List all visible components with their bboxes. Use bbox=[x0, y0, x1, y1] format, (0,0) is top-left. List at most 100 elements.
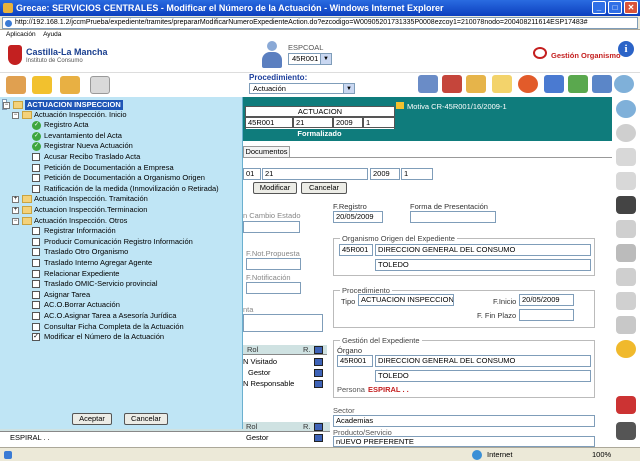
tool-tree-icon[interactable] bbox=[568, 75, 588, 93]
gestion-organismo-link[interactable]: Gestión Organismo bbox=[551, 51, 621, 60]
zoom-level[interactable]: 100% bbox=[592, 448, 611, 461]
tool-books-icon[interactable] bbox=[442, 75, 462, 93]
exit-icon[interactable] bbox=[616, 422, 636, 440]
minimize-button[interactable]: _ bbox=[592, 1, 606, 14]
search-icon[interactable] bbox=[616, 100, 636, 118]
row-edit-icon[interactable] bbox=[314, 358, 323, 366]
tool-people-icon[interactable] bbox=[592, 75, 612, 93]
sector-label: Sector bbox=[333, 406, 355, 415]
tab-divider bbox=[241, 157, 612, 158]
checkbox-icon[interactable] bbox=[32, 227, 40, 236]
collapse-icon[interactable]: − bbox=[3, 102, 10, 109]
numero-year-field[interactable]: 2009 bbox=[370, 168, 400, 180]
done-icon: ✓ bbox=[32, 121, 41, 131]
f-fin-plazo-field[interactable] bbox=[519, 309, 574, 321]
checkbox-icon[interactable] bbox=[32, 301, 40, 310]
modificar-button[interactable]: Modificar bbox=[253, 182, 297, 194]
tool-diamond-icon[interactable] bbox=[6, 76, 26, 94]
tool-globe-icon[interactable] bbox=[518, 75, 538, 93]
persona-row-name: ESPIRAL . . bbox=[10, 433, 50, 442]
forma-presentacion-field[interactable] bbox=[410, 211, 496, 223]
organo-code-field: 45R001 bbox=[337, 355, 373, 367]
checkbox-icon[interactable] bbox=[32, 290, 40, 299]
menu-bar: Aplicación Ayuda bbox=[0, 30, 640, 39]
checkbox-icon[interactable] bbox=[32, 259, 40, 267]
tool-folder-icon[interactable] bbox=[60, 76, 80, 94]
numero-seq-field[interactable]: 1 bbox=[401, 168, 433, 180]
f-notificacion-field[interactable] bbox=[246, 282, 301, 294]
list-icon[interactable] bbox=[616, 316, 636, 334]
organo-city-field: TOLEDO bbox=[375, 370, 591, 382]
copy-icon[interactable] bbox=[616, 268, 636, 286]
menu-aplicacion[interactable]: Aplicación bbox=[6, 31, 36, 38]
tool-envelope-icon[interactable] bbox=[492, 75, 512, 93]
f-registro-field[interactable]: 20/05/2009 bbox=[333, 211, 383, 223]
bottle-icon[interactable] bbox=[616, 292, 636, 310]
checkbox-icon[interactable] bbox=[32, 269, 40, 278]
checkbox-icon[interactable] bbox=[32, 163, 40, 172]
tools-icon[interactable] bbox=[616, 396, 636, 414]
checkbox-icon[interactable] bbox=[32, 174, 40, 183]
collapse-icon[interactable]: − bbox=[12, 111, 19, 119]
row-edit-icon[interactable] bbox=[314, 380, 323, 388]
nta-field[interactable] bbox=[243, 314, 323, 332]
print-icon[interactable] bbox=[616, 220, 636, 238]
globe-icon bbox=[472, 450, 482, 460]
numero-code-field[interactable]: 01 bbox=[243, 168, 261, 180]
doc-icon[interactable] bbox=[616, 148, 636, 166]
checkbox-icon[interactable] bbox=[32, 322, 40, 331]
address-bar: http://192.168.1.2/jccmPrueba/expediente… bbox=[0, 16, 640, 30]
cancelar-button[interactable]: Cancelar bbox=[124, 413, 168, 425]
checkbox-icon[interactable]: ✓ bbox=[32, 333, 40, 342]
tree-root[interactable]: − ACTUACION INSPECCION bbox=[2, 99, 123, 110]
doc2-icon[interactable] bbox=[616, 172, 636, 190]
checkbox-icon[interactable] bbox=[32, 153, 40, 161]
expand-icon[interactable]: + bbox=[12, 196, 19, 204]
persona-label: Persona bbox=[337, 385, 365, 394]
tool-chart-icon[interactable] bbox=[544, 75, 564, 93]
tree-label: AC.O.Borrar Actuación bbox=[44, 300, 120, 310]
collapse-icon[interactable]: − bbox=[12, 217, 19, 225]
checkbox-icon[interactable] bbox=[32, 237, 40, 246]
f-not-propuesta-field[interactable] bbox=[246, 258, 301, 270]
tab-documentos[interactable]: Documentos bbox=[243, 146, 290, 157]
sun-icon[interactable] bbox=[616, 340, 636, 358]
tool-note-icon[interactable] bbox=[32, 76, 52, 94]
procedimiento-label: Procedimiento: bbox=[249, 73, 308, 82]
tool-docs-icon[interactable] bbox=[466, 75, 486, 93]
window-title-bar: Grecae: SERVICIOS CENTRALES - Modificar … bbox=[0, 0, 640, 16]
app-header: Castilla-La Mancha Instituto de Consumo … bbox=[0, 39, 640, 73]
tree-label: Levantamiento del Acta bbox=[44, 130, 122, 140]
url-field[interactable]: http://192.168.1.2/jccmPrueba/expediente… bbox=[2, 17, 638, 29]
tool-cabinet-icon[interactable] bbox=[90, 76, 110, 94]
menu-ayuda[interactable]: Ayuda bbox=[43, 31, 61, 38]
save-icon[interactable] bbox=[616, 196, 636, 214]
zoom-icon[interactable] bbox=[614, 75, 634, 93]
checkbox-icon[interactable] bbox=[32, 280, 40, 289]
cancelar-numero-button[interactable]: Cancelar bbox=[301, 182, 347, 194]
row-edit-icon[interactable] bbox=[314, 369, 323, 377]
folder-icon bbox=[22, 206, 32, 214]
table-row: N Visitado bbox=[243, 357, 278, 366]
aceptar-button[interactable]: Aceptar bbox=[72, 413, 112, 425]
cambio-estado-field[interactable] bbox=[243, 221, 300, 233]
info-icon[interactable]: i bbox=[618, 41, 634, 57]
close-button[interactable]: ✕ bbox=[624, 1, 638, 14]
tree-label: Relacionar Expediente bbox=[44, 268, 120, 278]
cut-icon[interactable] bbox=[616, 244, 636, 262]
checkbox-icon[interactable] bbox=[32, 184, 40, 193]
row-edit-icon[interactable] bbox=[314, 434, 323, 442]
checkbox-icon[interactable] bbox=[32, 248, 40, 257]
procedimiento-select[interactable]: Actuación ▼ bbox=[249, 83, 355, 94]
roles-add-icon[interactable] bbox=[314, 346, 323, 354]
checkbox-icon[interactable] bbox=[32, 312, 40, 320]
tool-computer-icon[interactable] bbox=[418, 75, 438, 93]
numero-number-field[interactable]: 21 bbox=[262, 168, 368, 180]
espcoal-select[interactable]: 45R001 ▼ bbox=[288, 53, 332, 65]
maximize-button[interactable]: □ bbox=[608, 1, 622, 14]
ie-icon bbox=[3, 3, 13, 13]
expand-icon[interactable]: + bbox=[12, 207, 19, 214]
back-icon[interactable] bbox=[616, 124, 636, 142]
personas-add-icon[interactable] bbox=[314, 423, 323, 431]
f-inicio-label: F.Inicio bbox=[493, 297, 517, 306]
